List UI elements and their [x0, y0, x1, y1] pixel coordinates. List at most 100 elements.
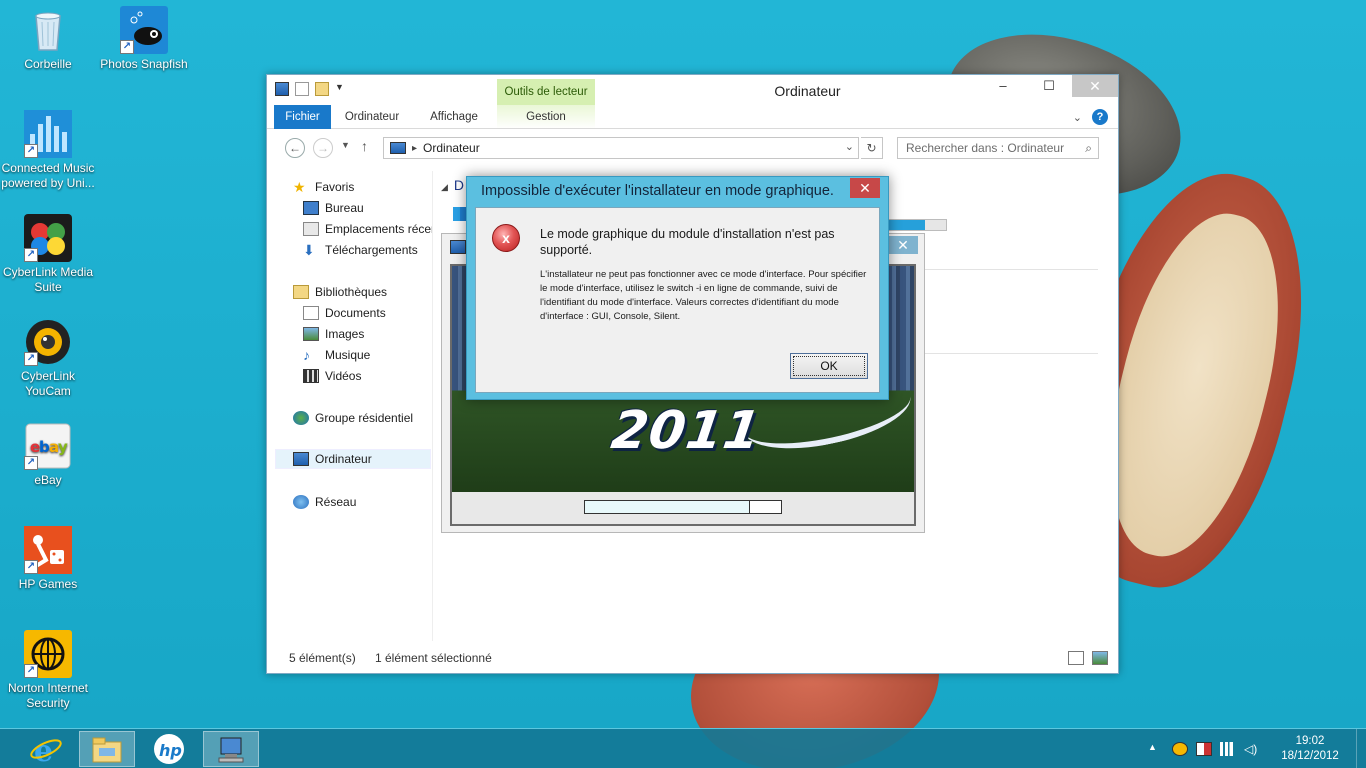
nav-bureau[interactable]: Bureau: [303, 198, 364, 218]
desktop-icon-label: eBay: [34, 473, 62, 487]
shortcut-arrow-icon: ↗: [24, 456, 38, 470]
details-view-icon[interactable]: [1068, 651, 1084, 665]
dialog-title: Impossible d'exécuter l'installateur en …: [481, 183, 834, 199]
nav-bibliotheques[interactable]: Bibliothèques: [293, 282, 387, 302]
installer-progress-fill: [585, 501, 750, 513]
status-bar: 5 élément(s) 1 élément sélectionné: [267, 643, 1118, 673]
splash-logo-text: 2011: [607, 401, 765, 461]
nav-ordinateur[interactable]: Ordinateur: [275, 449, 431, 469]
desktop-icon-cyberlink-youcam[interactable]: ↗ CyberLink YouCam: [0, 318, 96, 399]
back-button[interactable]: ←: [285, 138, 305, 158]
address-dropdown-icon[interactable]: ⌄: [845, 140, 854, 153]
navigation-bar: ← → ▼ ↑ ▸ Ordinateur ⌄ ↻ Rechercher dans…: [267, 135, 1118, 161]
recycle-bin-icon: [24, 6, 72, 54]
installer-app-icon: [450, 240, 466, 254]
desktop-icon-label: Photos Snapfish: [100, 57, 188, 71]
images-icon: [303, 327, 319, 341]
taskbar-installer[interactable]: [203, 731, 259, 767]
connected-music-icon: ↗: [24, 110, 72, 158]
show-hidden-icons-icon[interactable]: ▲: [1148, 742, 1164, 756]
desktop-icon-ebay[interactable]: ebay ↗ eBay: [0, 422, 96, 488]
nav-documents[interactable]: Documents: [303, 303, 386, 323]
svg-text:y: y: [58, 438, 68, 456]
error-message: Le mode graphique du module d'installati…: [540, 227, 835, 257]
installer-close-button[interactable]: ✕: [888, 236, 918, 254]
shortcut-arrow-icon: ↗: [24, 352, 38, 366]
hp-logo-icon: hp: [154, 734, 184, 764]
recent-locations-icon[interactable]: ▼: [341, 140, 350, 150]
group-header-label: D: [453, 177, 465, 193]
dialog-close-button[interactable]: ✕: [850, 178, 880, 198]
tab-affichage[interactable]: Affichage: [417, 105, 491, 129]
volume-icon[interactable]: ◁): [1244, 742, 1260, 756]
minimize-button[interactable]: –: [980, 75, 1026, 97]
tab-fichier[interactable]: Fichier: [274, 105, 331, 129]
address-bar[interactable]: ▸ Ordinateur ⌄: [383, 137, 859, 159]
desktop-icon-photos-snapfish[interactable]: ↗ Photos Snapfish: [96, 6, 192, 72]
desktop-icon-connected-music[interactable]: ↗ Connected Music powered by Uni...: [0, 110, 96, 191]
desktop-folder-icon: [303, 201, 319, 215]
norton-icon: ↗: [24, 630, 72, 678]
drive-usage-bar: [887, 219, 947, 231]
show-desktop-button[interactable]: [1356, 729, 1366, 768]
forward-button[interactable]: →: [313, 138, 333, 158]
nav-musique[interactable]: ♪ Musique: [303, 345, 370, 365]
shortcut-arrow-icon: ↗: [24, 248, 38, 262]
up-arrow-icon[interactable]: ↑: [361, 138, 368, 154]
maximize-button[interactable]: ☐: [1026, 75, 1072, 97]
desktop-icon-label: CyberLink YouCam: [20, 369, 76, 398]
address-value: Ordinateur: [423, 141, 480, 155]
desktop-icon-cyberlink-media-suite[interactable]: ↗ CyberLink Media Suite: [0, 214, 96, 295]
nav-label: Groupe résidentiel: [315, 411, 414, 425]
nav-label: Images: [325, 327, 365, 341]
nav-favorites[interactable]: ★ Favoris: [293, 177, 354, 197]
windows-drive-icon[interactable]: [453, 207, 467, 221]
error-detail: L'installateur ne peut pas fonctionner a…: [540, 269, 867, 322]
file-explorer-icon: [92, 737, 122, 763]
group-collapse-icon[interactable]: ◢: [441, 182, 448, 192]
signal-strength-icon[interactable]: [1220, 742, 1236, 756]
nav-telechargements[interactable]: ⬇ Téléchargements: [303, 240, 418, 260]
nav-images[interactable]: Images: [303, 324, 364, 344]
ok-button[interactable]: OK: [790, 353, 868, 379]
shortcut-arrow-icon: ↗: [24, 560, 38, 574]
installer-progress-bar: [584, 500, 782, 514]
nav-label: Favoris: [315, 180, 355, 194]
flag-tray-icon[interactable]: [1196, 742, 1212, 756]
taskbar-file-explorer[interactable]: [79, 731, 135, 767]
desktop-icon-norton[interactable]: ↗ Norton Internet Security: [0, 630, 96, 711]
breadcrumb-separator-icon[interactable]: ▸: [412, 143, 417, 154]
system-tray: ▲ ◁) 19:02 18/12/2012: [1144, 729, 1366, 768]
tab-gestion[interactable]: Gestion: [497, 105, 595, 129]
large-icons-view-icon[interactable]: [1092, 651, 1108, 665]
refresh-button[interactable]: ↻: [861, 137, 883, 159]
snapfish-icon: ↗: [120, 6, 168, 54]
tab-ordinateur[interactable]: Ordinateur: [337, 105, 407, 129]
help-icon[interactable]: ?: [1092, 109, 1108, 125]
navigation-pane: ★ Favoris Bureau Emplacements récen ⬇ Té…: [267, 171, 433, 641]
nav-videos[interactable]: Vidéos: [303, 366, 361, 386]
norton-tray-icon[interactable]: [1172, 742, 1188, 756]
nav-reseau[interactable]: Réseau: [293, 492, 356, 512]
documents-icon: [303, 306, 319, 320]
taskbar-hp[interactable]: hp: [141, 731, 197, 767]
nav-label: Ordinateur: [315, 452, 372, 466]
desktop-icon-recycle-bin[interactable]: Corbeille: [0, 6, 96, 72]
nav-emplacements-recents[interactable]: Emplacements récen: [303, 219, 432, 239]
nav-label: Musique: [325, 348, 371, 362]
ribbon-tabs: Fichier Ordinateur Affichage Gestion: [267, 105, 1118, 129]
error-icon: x: [492, 224, 520, 252]
hp-games-icon: ↗: [24, 526, 72, 574]
search-input[interactable]: Rechercher dans : Ordinateur ⌕: [897, 137, 1099, 159]
nav-groupe-residentiel[interactable]: Groupe résidentiel: [293, 408, 413, 428]
close-button[interactable]: ✕: [1072, 75, 1118, 97]
group-header[interactable]: ◢ D: [441, 177, 464, 193]
dialog-body: x Le mode graphique du module d'installa…: [475, 207, 880, 393]
error-dialog: Impossible d'exécuter l'installateur en …: [466, 176, 889, 400]
explorer-titlebar[interactable]: ▼ Outils de lecteur Ordinateur – ☐ ✕: [267, 75, 1118, 105]
desktop-icon-hp-games[interactable]: ↗ HP Games: [0, 526, 96, 592]
desktop-icon-label: CyberLink Media Suite: [2, 265, 94, 294]
taskbar-clock[interactable]: 19:02 18/12/2012: [1264, 734, 1356, 764]
ribbon-expand-icon[interactable]: ⌄: [1073, 111, 1082, 124]
taskbar-internet-explorer[interactable]: e: [18, 731, 74, 768]
